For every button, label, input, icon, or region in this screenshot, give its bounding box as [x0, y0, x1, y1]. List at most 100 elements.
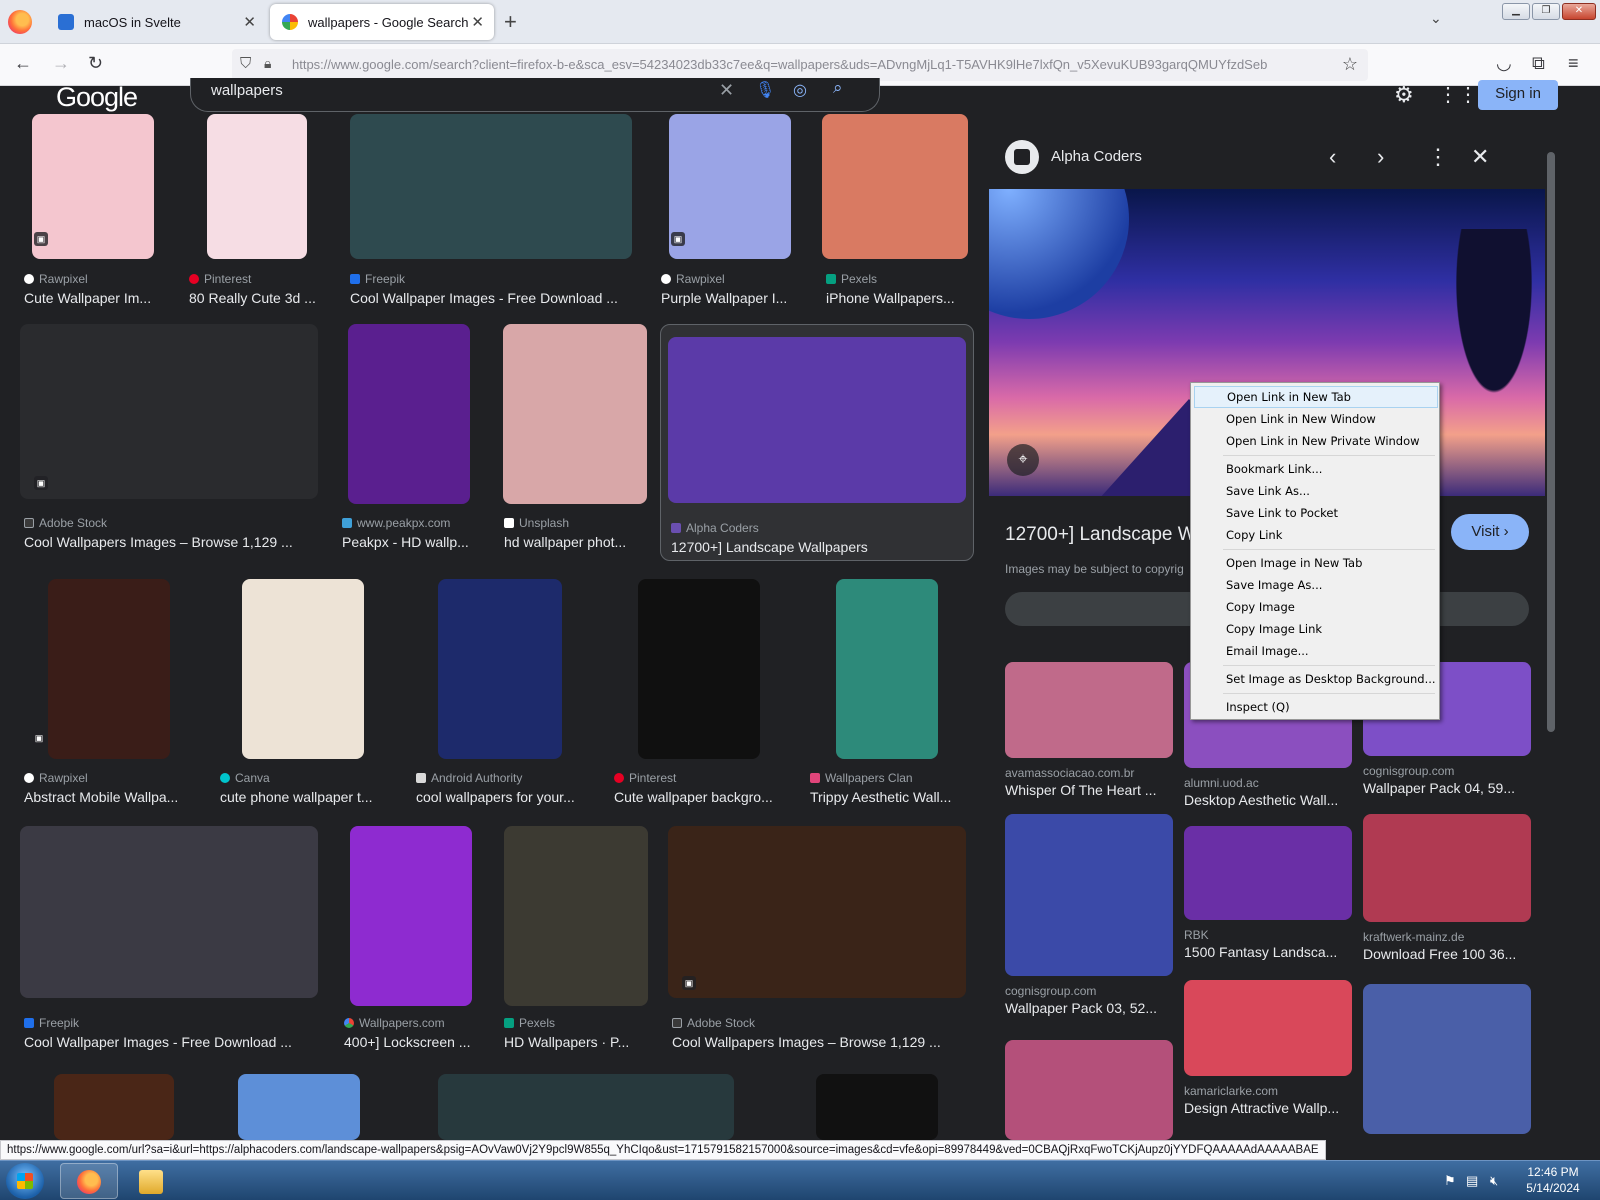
related-title[interactable]: Download Free 100 36...	[1363, 946, 1516, 962]
list-all-tabs-icon[interactable]: ⌄	[1430, 10, 1442, 27]
result-thumbnail[interactable]	[350, 114, 632, 259]
result-title[interactable]: 12700+] Landscape Wallpapers	[671, 539, 868, 555]
menu-copy-image-link[interactable]: Copy Image Link	[1194, 618, 1438, 640]
related-image[interactable]	[1005, 1040, 1175, 1140]
pocket-icon[interactable]: ◡	[1496, 53, 1512, 74]
related-thumbnail[interactable]	[1184, 826, 1352, 920]
result-thumbnail[interactable]	[438, 1074, 734, 1140]
network-icon[interactable]: ▤	[1466, 1173, 1478, 1189]
more-options-icon[interactable]: ⋮	[1427, 144, 1449, 170]
previous-image-icon[interactable]: ‹	[1329, 144, 1336, 170]
sign-in-button[interactable]: Sign in	[1478, 80, 1558, 110]
result-thumbnail[interactable]	[668, 337, 966, 503]
address-bar[interactable]: ⛉ 🔒︎ https://www.google.com/search?clien…	[232, 49, 1368, 81]
tracking-protection-shield-icon[interactable]: ⛉	[240, 55, 251, 72]
menu-email-image[interactable]: Email Image...	[1194, 640, 1438, 662]
result-thumbnail[interactable]	[816, 1074, 938, 1140]
result-title[interactable]: Cool Wallpaper Images - Free Download ..…	[24, 1034, 292, 1050]
result-thumbnail[interactable]	[32, 114, 154, 259]
image-result[interactable]: ▣ Rawpixel Cute Wallpaper Im...	[20, 114, 170, 309]
image-result[interactable]: ▣ Rawpixel Purple Wallpaper I...	[657, 114, 797, 309]
menu-open-image-new-tab[interactable]: Open Image in New Tab	[1194, 552, 1438, 574]
result-thumbnail[interactable]	[207, 114, 307, 259]
related-image[interactable]: kamariclarke.com Design Attractive Wallp…	[1184, 980, 1354, 1120]
next-image-icon[interactable]: ›	[1377, 144, 1384, 170]
lock-icon[interactable]: 🔒︎	[264, 55, 271, 72]
minimize-window-button[interactable]: ▁	[1502, 3, 1530, 20]
menu-open-link-new-tab[interactable]: Open Link in New Tab	[1194, 386, 1438, 408]
result-thumbnail[interactable]	[348, 324, 470, 504]
image-result[interactable]	[430, 1074, 740, 1140]
result-title[interactable]: 80 Really Cute 3d ...	[189, 290, 316, 306]
result-thumbnail[interactable]	[20, 826, 318, 998]
result-thumbnail[interactable]	[350, 826, 472, 1006]
menu-set-desktop-background[interactable]: Set Image as Desktop Background...	[1194, 668, 1438, 690]
related-title[interactable]: Wallpaper Pack 03, 52...	[1005, 1000, 1157, 1016]
related-thumbnail[interactable]	[1363, 814, 1531, 922]
related-title[interactable]: 1500 Fantasy Landsca...	[1184, 944, 1337, 960]
related-image[interactable]: cognisgroup.com Wallpaper Pack 03, 52...	[1005, 814, 1175, 1016]
result-thumbnail[interactable]	[238, 1074, 360, 1140]
related-thumbnail[interactable]	[1005, 1040, 1173, 1140]
result-title[interactable]: HD Wallpapers · P...	[504, 1034, 629, 1050]
search-input[interactable]: wallpapers	[211, 82, 283, 99]
preview-site-name[interactable]: Alpha Coders	[1051, 148, 1142, 165]
related-thumbnail[interactable]	[1363, 984, 1531, 1134]
related-title[interactable]: Wallpaper Pack 04, 59...	[1363, 780, 1515, 796]
result-thumbnail[interactable]	[836, 579, 938, 759]
related-image[interactable]: kraftwerk-mainz.de Download Free 100 36.…	[1363, 814, 1533, 964]
image-result[interactable]: Wallpapers Clan Trippy Aesthetic Wall...	[806, 579, 974, 809]
image-result[interactable]: Unsplash hd wallpaper phot...	[500, 324, 650, 554]
menu-save-link-to-pocket[interactable]: Save Link to Pocket	[1194, 502, 1438, 524]
tab-wallpapers-search[interactable]: wallpapers - Google Search ✕	[270, 4, 494, 40]
result-title[interactable]: Cool Wallpapers Images – Browse 1,129 ..…	[24, 534, 293, 550]
result-title[interactable]: cool wallpapers for your...	[416, 789, 575, 805]
action-center-flag-icon[interactable]: ⚑	[1444, 1173, 1456, 1189]
related-thumbnail[interactable]	[1005, 662, 1173, 758]
forward-arrow-icon[interactable]: →	[52, 53, 70, 74]
voice-search-icon[interactable]: 🎙︎	[755, 80, 775, 100]
result-thumbnail[interactable]	[54, 1074, 174, 1140]
menu-save-link-as[interactable]: Save Link As...	[1194, 480, 1438, 502]
image-result[interactable]: Pexels iPhone Wallpapers...	[822, 114, 972, 309]
preview-title[interactable]: 12700+] Landscape Wa	[1005, 524, 1206, 546]
result-title[interactable]: Purple Wallpaper I...	[661, 290, 787, 306]
result-thumbnail[interactable]	[638, 579, 760, 759]
image-result[interactable]	[20, 1074, 190, 1140]
app-menu-icon[interactable]: ≡	[1568, 53, 1579, 74]
google-lens-icon[interactable]: ◎	[793, 80, 807, 100]
image-result[interactable]: Wallpapers.com 400+] Lockscreen ...	[340, 826, 490, 1056]
related-image[interactable]: avamassociacao.com.br Whisper Of The Hea…	[1005, 662, 1175, 802]
image-result[interactable]: Freepik Cool Wallpaper Images - Free Dow…	[20, 826, 320, 1056]
menu-bookmark-link[interactable]: Bookmark Link...	[1194, 458, 1438, 480]
result-thumbnail[interactable]	[242, 579, 364, 759]
image-result-selected[interactable]: Alpha Coders 12700+] Landscape Wallpaper…	[660, 324, 974, 561]
image-result[interactable]: www.peakpx.com Peakpx - HD wallp...	[338, 324, 488, 554]
restore-window-button[interactable]: ❐	[1532, 3, 1560, 20]
taskbar-explorer-button[interactable]	[122, 1163, 180, 1199]
menu-copy-image[interactable]: Copy Image	[1194, 596, 1438, 618]
taskbar-firefox-button[interactable]	[60, 1163, 118, 1199]
extensions-icon[interactable]: ⧉	[1532, 53, 1545, 74]
image-result[interactable]: Canva cute phone wallpaper t...	[216, 579, 396, 809]
related-title[interactable]: Desktop Aesthetic Wall...	[1184, 792, 1338, 808]
image-result[interactable]	[790, 1074, 940, 1140]
result-thumbnail[interactable]	[822, 114, 968, 259]
result-title[interactable]: Cool Wallpapers Images – Browse 1,129 ..…	[672, 1034, 941, 1050]
result-title[interactable]: cute phone wallpaper t...	[220, 789, 373, 805]
alpha-coders-logo-icon[interactable]	[1005, 140, 1039, 174]
panel-scrollbar-thumb[interactable]	[1547, 152, 1555, 732]
menu-open-link-private-window[interactable]: Open Link in New Private Window	[1194, 430, 1438, 452]
back-arrow-icon[interactable]: ←	[14, 53, 32, 74]
image-result[interactable]: Pinterest 80 Really Cute 3d ...	[185, 114, 335, 309]
related-image[interactable]	[1363, 984, 1533, 1134]
panel-scrollbar[interactable]	[1545, 144, 1557, 1134]
result-title[interactable]: Cute wallpaper backgro...	[614, 789, 773, 805]
result-thumbnail[interactable]	[48, 579, 170, 759]
menu-copy-link[interactable]: Copy Link	[1194, 524, 1438, 546]
menu-open-link-new-window[interactable]: Open Link in New Window	[1194, 408, 1438, 430]
result-title[interactable]: Abstract Mobile Wallpa...	[24, 789, 178, 805]
result-title[interactable]: Peakpx - HD wallp...	[342, 534, 469, 550]
system-clock[interactable]: 12:46 PM 5/14/2024	[1520, 1164, 1586, 1196]
menu-save-image-as[interactable]: Save Image As...	[1194, 574, 1438, 596]
